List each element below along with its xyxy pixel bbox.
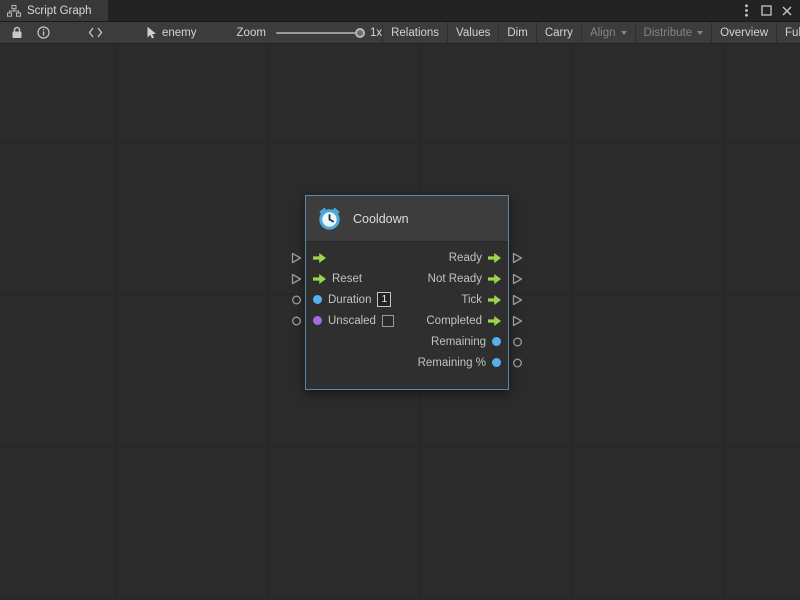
carry-button[interactable]: Carry <box>536 22 581 43</box>
button-label: Carry <box>545 27 573 39</box>
alarm-clock-icon <box>316 205 343 232</box>
tab-script-graph[interactable]: Script Graph <box>0 0 108 21</box>
button-label: Dim <box>507 27 527 39</box>
script-graph-icon <box>7 5 21 17</box>
port-output-not-ready[interactable] <box>512 273 523 285</box>
values-button[interactable]: Values <box>447 22 498 43</box>
graph-breadcrumb[interactable]: enemy <box>146 26 197 39</box>
button-label: Overview <box>720 27 768 39</box>
unscaled-checkbox[interactable] <box>382 315 394 327</box>
info-icon[interactable] <box>34 24 52 42</box>
code-icon[interactable] <box>86 24 104 42</box>
value-port-icon[interactable] <box>492 358 501 367</box>
window-titlebar: Script Graph <box>0 0 800 22</box>
flow-out-icon[interactable] <box>488 316 501 326</box>
node-row: Remaining % <box>306 352 508 373</box>
zoom-label: Zoom <box>237 27 266 39</box>
port-output-remaining-percent[interactable] <box>512 357 523 368</box>
port-label: Not Ready <box>428 273 482 285</box>
flow-out-icon[interactable] <box>488 295 501 305</box>
toolbar-right-group: Relations Values Dim Carry Align Distrib… <box>382 22 800 43</box>
button-label: Distribute <box>644 27 693 39</box>
graph-canvas[interactable]: Cooldown Ready <box>0 44 800 600</box>
chevron-down-icon <box>621 31 627 35</box>
button-label: Full Screen <box>785 27 800 39</box>
maximize-icon[interactable] <box>758 2 775 19</box>
port-output-ready[interactable] <box>512 252 523 264</box>
port-label: Completed <box>426 315 482 327</box>
port-label: Ready <box>449 252 482 264</box>
flow-in-icon[interactable] <box>313 253 326 263</box>
zoom-slider-handle[interactable] <box>355 28 365 38</box>
lock-icon[interactable] <box>8 24 26 42</box>
node-row: Reset Not Ready <box>306 268 508 289</box>
node-header[interactable]: Cooldown <box>306 196 508 242</box>
node-body: Ready Reset <box>306 242 508 389</box>
value-port-icon[interactable] <box>492 337 501 346</box>
align-button: Align <box>581 22 635 43</box>
button-label: Relations <box>391 27 439 39</box>
port-label: Reset <box>332 273 362 285</box>
button-label: Values <box>456 27 490 39</box>
flow-in-icon[interactable] <box>313 274 326 284</box>
graph-name-label: enemy <box>162 27 197 39</box>
tab-label: Script Graph <box>27 5 92 17</box>
port-output-remaining[interactable] <box>512 336 523 347</box>
node-row: Ready <box>306 247 508 268</box>
toolbar-left-group: enemy Zoom 1x <box>0 24 382 42</box>
dim-button[interactable]: Dim <box>498 22 535 43</box>
flow-out-icon[interactable] <box>488 253 501 263</box>
overview-button[interactable]: Overview <box>711 22 776 43</box>
pointer-icon <box>146 26 157 39</box>
duration-value-field[interactable]: 1 <box>377 292 391 307</box>
button-label: Align <box>590 27 616 39</box>
port-output-tick[interactable] <box>512 294 523 306</box>
node-row: Remaining <box>306 331 508 352</box>
close-icon[interactable] <box>778 2 795 19</box>
relations-button[interactable]: Relations <box>382 22 447 43</box>
port-label: Unscaled <box>328 315 376 327</box>
port-input-unscaled[interactable] <box>291 315 302 326</box>
kebab-menu-icon[interactable] <box>738 2 755 19</box>
node-title: Cooldown <box>353 212 409 226</box>
full-screen-button[interactable]: Full Screen <box>776 22 800 43</box>
graph-toolbar: enemy Zoom 1x Relations Values Dim Carry… <box>0 22 800 44</box>
node-row: Duration 1 Tick <box>306 289 508 310</box>
port-input-duration[interactable] <box>291 294 302 305</box>
port-label: Remaining % <box>418 357 486 369</box>
node-row: Unscaled Completed <box>306 310 508 331</box>
chevron-down-icon <box>697 31 703 35</box>
distribute-button: Distribute <box>635 22 712 43</box>
zoom-slider[interactable] <box>276 32 360 34</box>
port-input-reset[interactable] <box>291 273 302 285</box>
zoom-control: Zoom 1x <box>237 27 383 39</box>
port-label: Remaining <box>431 336 486 348</box>
port-label: Duration <box>328 294 371 306</box>
node-cooldown[interactable]: Cooldown Ready <box>305 195 509 390</box>
window-controls <box>738 0 800 21</box>
flow-out-icon[interactable] <box>488 274 501 284</box>
value-port-icon[interactable] <box>313 316 322 325</box>
port-output-completed[interactable] <box>512 315 523 327</box>
zoom-value: 1x <box>370 27 382 39</box>
port-input-enter[interactable] <box>291 252 302 264</box>
port-label: Tick <box>461 294 482 306</box>
value-port-icon[interactable] <box>313 295 322 304</box>
